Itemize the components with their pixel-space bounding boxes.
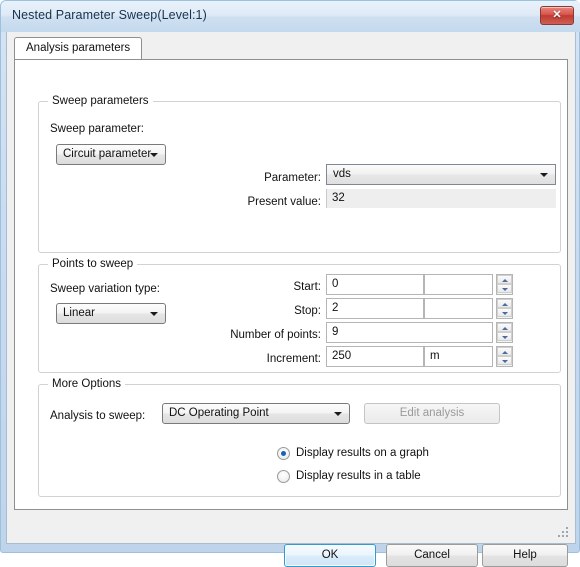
radio-indicator-graph [277,447,290,460]
sweep-variation-type-combo-value: Linear [63,307,95,319]
start-value-field[interactable]: 0 [326,274,424,295]
resize-grip[interactable] [558,527,570,539]
start-spinner-down[interactable] [497,284,512,293]
analysis-to-sweep-combo-value: DC Operating Point [169,407,269,419]
sweep-parameter-combo-value: Circuit parameter [63,148,152,160]
triangle-down-icon [502,360,508,363]
radio-indicator-table [277,470,290,483]
triangle-up-icon [502,279,508,282]
chevron-down-icon [150,153,158,157]
triangle-down-icon [502,312,508,315]
present-value-field: 32 [326,189,556,208]
chevron-down-icon [540,173,548,177]
triangle-up-icon [502,327,508,330]
increment-spinner-down[interactable] [497,356,512,365]
radio-label-graph: Display results on a graph [296,447,429,459]
triangle-up-icon [502,351,508,354]
increment-unit-field[interactable]: m [424,346,493,367]
label-increment: Increment: [266,353,321,365]
number-of-points-spinner-down[interactable] [497,332,512,341]
window-title: Nested Parameter Sweep(Level:1) [12,8,207,22]
start-spinner[interactable] [496,274,513,295]
label-number-of-points: Number of points: [230,329,321,341]
close-button[interactable]: ✕ [540,6,574,25]
stop-spinner-down[interactable] [497,308,512,317]
start-unit-field[interactable] [424,274,493,295]
stop-spinner[interactable] [496,298,513,319]
chevron-down-icon [334,412,342,416]
label-stop: Stop: [294,305,321,317]
ok-button[interactable]: OK [284,544,376,567]
edit-analysis-button[interactable]: Edit analysis [364,403,500,424]
number-of-points-spinner[interactable] [496,322,513,343]
cancel-button[interactable]: Cancel [386,544,478,567]
number-of-points-field[interactable]: 9 [326,322,493,343]
label-analysis-to-sweep: Analysis to sweep: [50,410,146,422]
group-title-points-to-sweep: Points to sweep [48,258,138,270]
label-sweep-parameter: Sweep parameter: [50,123,144,135]
sweep-parameter-combo[interactable]: Circuit parameter [56,144,166,165]
dialog-client-area: Analysis parameters Sweep parameters Swe… [6,32,576,567]
increment-spinner-up[interactable] [497,347,512,356]
increment-spinner[interactable] [496,346,513,367]
help-button[interactable]: Help [482,544,568,567]
label-parameter: Parameter: [264,172,321,184]
start-spinner-up[interactable] [497,275,512,284]
sweep-variation-type-combo[interactable]: Linear [56,303,166,324]
stop-unit-field[interactable] [424,298,493,319]
triangle-down-icon [502,288,508,291]
label-present-value: Present value: [247,196,321,208]
close-icon: ✕ [552,9,562,21]
parameter-combo[interactable]: vds [326,164,556,185]
number-of-points-spinner-up[interactable] [497,323,512,332]
stop-spinner-up[interactable] [497,299,512,308]
triangle-down-icon [502,336,508,339]
group-title-sweep-parameters: Sweep parameters [48,95,153,107]
title-bar: Nested Parameter Sweep(Level:1) ✕ [1,1,580,32]
chevron-down-icon [150,312,158,316]
group-title-more-options: More Options [48,378,126,390]
parameter-combo-value: vds [333,168,351,180]
stop-value-field[interactable]: 2 [326,298,424,319]
analysis-to-sweep-combo[interactable]: DC Operating Point [162,403,350,424]
triangle-up-icon [502,303,508,306]
tab-analysis-parameters[interactable]: Analysis parameters [14,37,143,60]
label-start: Start: [293,281,321,293]
label-sweep-variation-type: Sweep variation type: [50,283,160,295]
radio-label-table: Display results in a table [296,470,421,482]
increment-value-field[interactable]: 250 [326,346,424,367]
dialog-window: Nested Parameter Sweep(Level:1) ✕ Analys… [0,0,580,567]
